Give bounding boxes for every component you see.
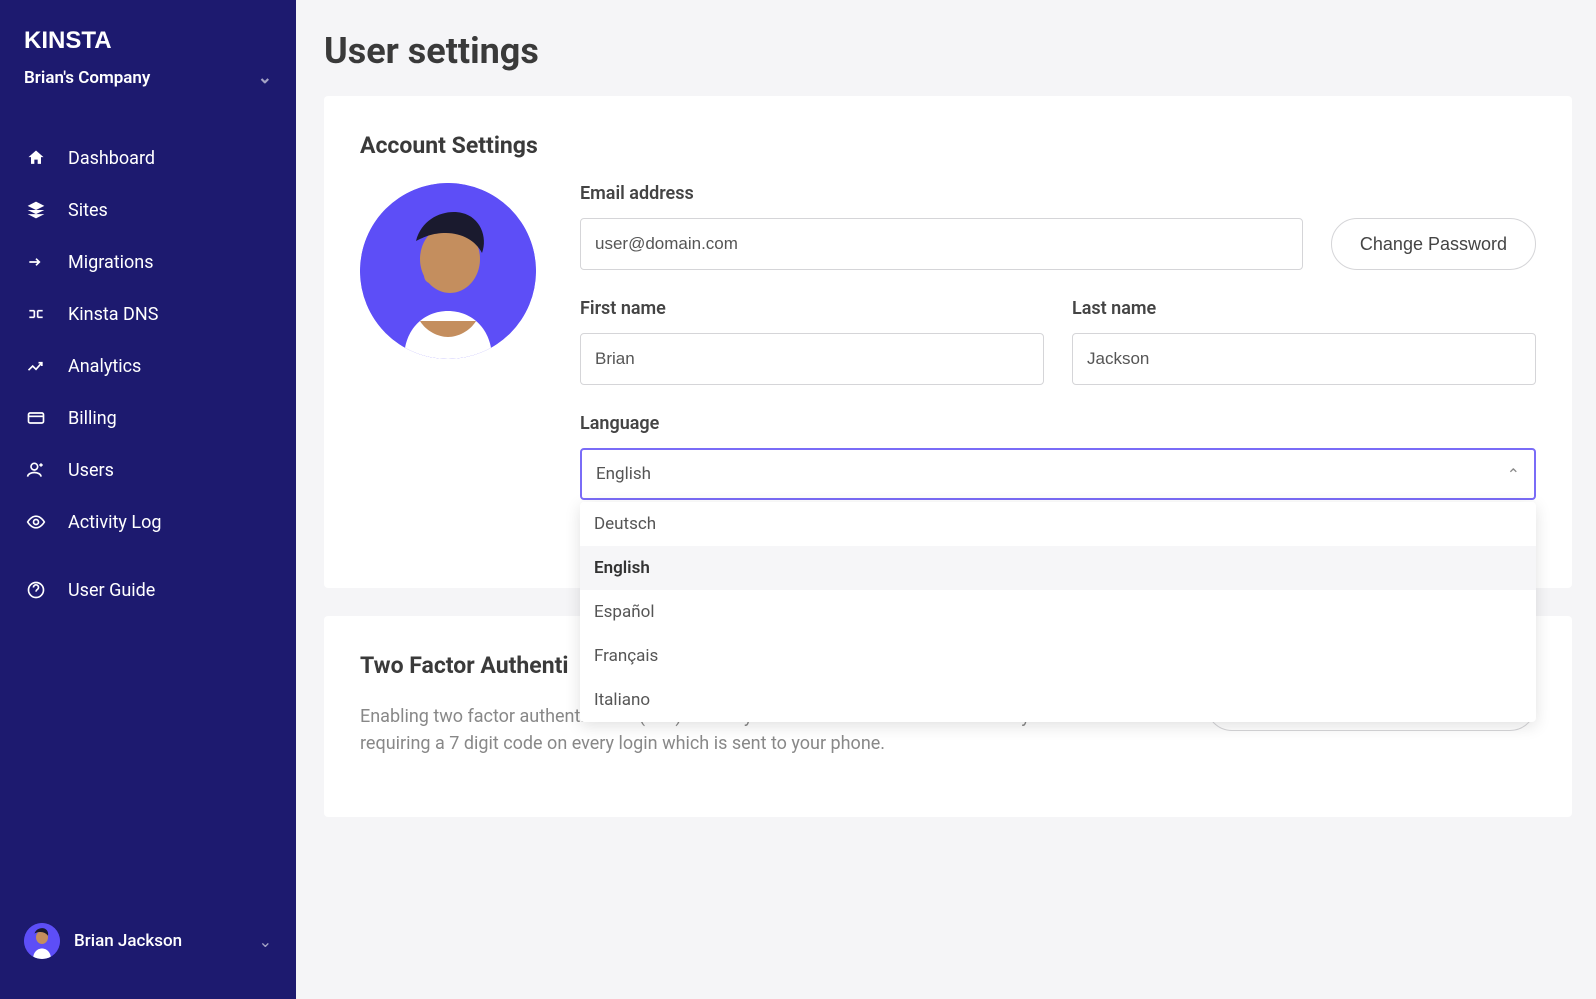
help-icon xyxy=(24,578,48,602)
language-option-italiano[interactable]: Italiano xyxy=(580,678,1536,722)
account-heading: Account Settings xyxy=(360,132,1536,159)
sidebar-item-label: Billing xyxy=(68,408,117,429)
sidebar-item-migrations[interactable]: Migrations xyxy=(0,236,296,288)
last-name-label: Last name xyxy=(1072,298,1536,319)
sidebar-item-users[interactable]: Users xyxy=(0,444,296,496)
kinsta-logo-icon: KINSTA xyxy=(24,24,134,56)
sidebar-item-dns[interactable]: Kinsta DNS xyxy=(0,288,296,340)
trend-icon xyxy=(24,354,48,378)
sidebar-item-label: Activity Log xyxy=(68,512,161,533)
page-title: User settings xyxy=(324,30,1572,72)
sidebar-item-label: Kinsta DNS xyxy=(68,304,158,325)
sidebar-item-label: Dashboard xyxy=(68,148,155,169)
first-name-label: First name xyxy=(580,298,1044,319)
sidebar-item-label: Migrations xyxy=(68,252,154,273)
eye-icon xyxy=(24,510,48,534)
change-password-button[interactable]: Change Password xyxy=(1331,218,1536,270)
language-select[interactable]: English ⌃ xyxy=(580,448,1536,500)
language-option-francais[interactable]: Français xyxy=(580,634,1536,678)
language-option-espanol[interactable]: Español xyxy=(580,590,1536,634)
language-selected-value: English xyxy=(596,464,651,484)
users-icon xyxy=(24,458,48,482)
sidebar-item-billing[interactable]: Billing xyxy=(0,392,296,444)
chevron-down-icon: ⌄ xyxy=(258,68,272,88)
nav: Dashboard Sites Migrations Kinsta DNS An… xyxy=(0,116,296,616)
user-avatar-icon xyxy=(24,923,60,959)
account-settings-card: Account Settings Email addre xyxy=(324,96,1572,588)
language-label: Language xyxy=(580,413,1536,434)
svg-text:KINSTA: KINSTA xyxy=(24,27,112,54)
sidebar-item-sites[interactable]: Sites xyxy=(0,184,296,236)
company-selector[interactable]: Brian's Company ⌄ xyxy=(0,64,296,116)
arrow-right-icon xyxy=(24,250,48,274)
chevron-up-icon: ⌃ xyxy=(1507,465,1520,484)
sidebar-item-label: Sites xyxy=(68,200,108,221)
email-label: Email address xyxy=(580,183,1303,204)
sidebar-item-label: Users xyxy=(68,460,114,481)
sidebar-item-analytics[interactable]: Analytics xyxy=(0,340,296,392)
user-name: Brian Jackson xyxy=(74,931,259,951)
user-menu[interactable]: Brian Jackson ⌄ xyxy=(0,907,296,975)
card-icon xyxy=(24,406,48,430)
sidebar-item-activity-log[interactable]: Activity Log xyxy=(0,496,296,548)
sidebar-item-label: User Guide xyxy=(68,580,155,601)
last-name-field[interactable] xyxy=(1072,333,1536,385)
chevron-down-icon: ⌄ xyxy=(259,932,272,951)
sidebar-item-dashboard[interactable]: Dashboard xyxy=(0,132,296,184)
email-field[interactable] xyxy=(580,218,1303,270)
sidebar-item-label: Analytics xyxy=(68,356,141,377)
sidebar-item-user-guide[interactable]: User Guide xyxy=(0,564,296,616)
dns-icon xyxy=(24,302,48,326)
home-icon xyxy=(24,146,48,170)
main: User settings Account Settings xyxy=(296,0,1596,999)
language-dropdown: Deutsch English Español Français Italian… xyxy=(580,502,1536,722)
first-name-field[interactable] xyxy=(580,333,1044,385)
language-option-english[interactable]: English xyxy=(580,546,1536,590)
company-name: Brian's Company xyxy=(24,68,150,88)
profile-avatar-icon xyxy=(360,183,536,359)
language-option-deutsch[interactable]: Deutsch xyxy=(580,502,1536,546)
logo: KINSTA xyxy=(0,24,296,64)
layers-icon xyxy=(24,198,48,222)
sidebar: KINSTA Brian's Company ⌄ Dashboard Sites… xyxy=(0,0,296,999)
